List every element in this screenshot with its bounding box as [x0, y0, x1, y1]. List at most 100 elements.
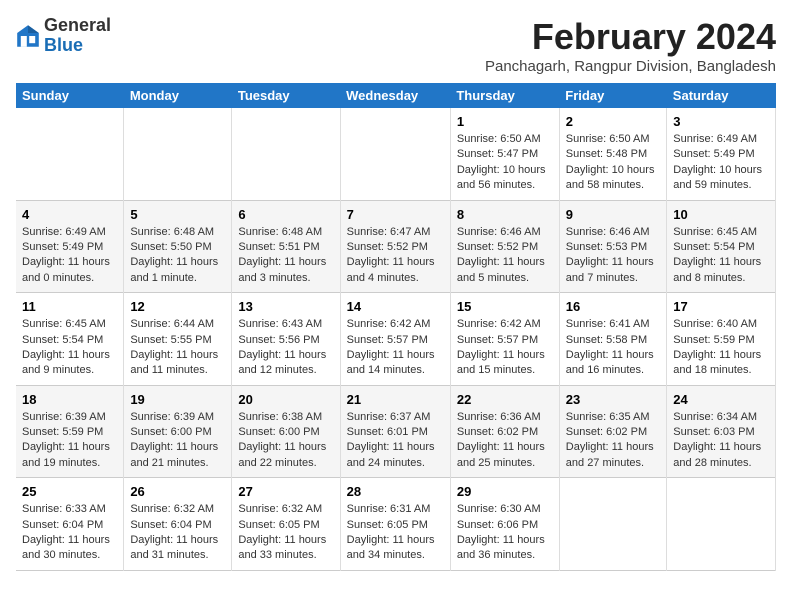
table-cell: 2Sunrise: 6:50 AM Sunset: 5:48 PM Daylig… — [559, 108, 667, 200]
day-number: 12 — [130, 299, 225, 314]
table-cell: 4 Sunrise: 6:49 AM Sunset: 5:49 PM Daylig… — [16, 200, 124, 293]
table-cell: 24 Sunrise: 6:34 AM Sunset: 6:03 PM Dayli… — [667, 385, 776, 478]
day-number: 11 — [22, 299, 117, 314]
logo-text: General Blue — [44, 16, 111, 56]
day-info: Sunrise: 6:37 AM Sunset: 6:01 PM Dayligh… — [347, 410, 444, 472]
day-number: 1 — [457, 114, 553, 129]
day-number: 2 — [566, 114, 661, 129]
table-cell: 27 Sunrise: 6:32 AM Sunset: 6:05 PM Dayli… — [232, 478, 340, 571]
weekday-header-wednesday: Wednesday — [340, 83, 450, 108]
day-number: 18 — [22, 392, 117, 407]
table-cell: 21 Sunrise: 6:37 AM Sunset: 6:01 PM Dayli… — [340, 385, 450, 478]
table-cell — [16, 108, 124, 200]
table-cell: 13 Sunrise: 6:43 AM Sunset: 5:56 PM Dayli… — [232, 293, 340, 386]
day-info: Sunrise: 6:33 AM Sunset: 6:04 PM Dayligh… — [22, 502, 117, 564]
table-cell: 28 Sunrise: 6:31 AM Sunset: 6:05 PM Dayli… — [340, 478, 450, 571]
table-cell: 20 Sunrise: 6:38 AM Sunset: 6:00 PM Dayli… — [232, 385, 340, 478]
day-number: 21 — [347, 392, 444, 407]
day-info: Sunrise: 6:46 AM Sunset: 5:52 PM Dayligh… — [457, 225, 553, 287]
day-info: Sunrise: 6:30 AM Sunset: 6:06 PM Dayligh… — [457, 502, 553, 564]
day-number: 13 — [238, 299, 333, 314]
day-info: Sunrise: 6:39 AM Sunset: 5:59 PM Dayligh… — [22, 410, 117, 472]
day-info: Sunrise: 6:45 AM Sunset: 5:54 PM Dayligh… — [22, 317, 117, 379]
day-number: 4 — [22, 207, 117, 222]
table-cell: 14 Sunrise: 6:42 AM Sunset: 5:57 PM Dayli… — [340, 293, 450, 386]
day-info: Sunrise: 6:38 AM Sunset: 6:00 PM Dayligh… — [238, 410, 333, 472]
day-info: Sunrise: 6:31 AM Sunset: 6:05 PM Dayligh… — [347, 502, 444, 564]
table-cell — [232, 108, 340, 200]
table-cell: 22 Sunrise: 6:36 AM Sunset: 6:02 PM Dayli… — [450, 385, 559, 478]
day-info: Sunrise: 6:48 AM Sunset: 5:51 PM Dayligh… — [238, 225, 333, 287]
table-cell: 5Sunrise: 6:48 AM Sunset: 5:50 PM Daylig… — [124, 200, 232, 293]
day-number: 7 — [347, 207, 444, 222]
day-info: Sunrise: 6:32 AM Sunset: 6:05 PM Dayligh… — [238, 502, 333, 564]
weekday-header-thursday: Thursday — [450, 83, 559, 108]
table-cell: 8 Sunrise: 6:46 AM Sunset: 5:52 PM Daylig… — [450, 200, 559, 293]
month-title: February 2024 — [485, 16, 776, 58]
table-cell — [340, 108, 450, 200]
day-number: 14 — [347, 299, 444, 314]
table-cell: 6 Sunrise: 6:48 AM Sunset: 5:51 PM Daylig… — [232, 200, 340, 293]
day-number: 6 — [238, 207, 333, 222]
day-number: 9 — [566, 207, 661, 222]
weekday-header-row: SundayMondayTuesdayWednesdayThursdayFrid… — [16, 83, 776, 108]
week-row-4: 18 Sunrise: 6:39 AM Sunset: 5:59 PM Dayli… — [16, 385, 776, 478]
day-info: Sunrise: 6:42 AM Sunset: 5:57 PM Dayligh… — [347, 317, 444, 379]
day-info: Sunrise: 6:32 AM Sunset: 6:04 PM Dayligh… — [130, 502, 225, 564]
table-cell: 10 Sunrise: 6:45 AM Sunset: 5:54 PM Dayli… — [667, 200, 776, 293]
table-cell: 1 Sunrise: 6:50 AM Sunset: 5:47 PM Daylig… — [450, 108, 559, 200]
day-number: 29 — [457, 484, 553, 499]
day-info: Sunrise: 6:50 AM Sunset: 5:47 PM Dayligh… — [457, 132, 553, 194]
day-number: 20 — [238, 392, 333, 407]
table-cell: 11 Sunrise: 6:45 AM Sunset: 5:54 PM Dayli… — [16, 293, 124, 386]
table-cell — [124, 108, 232, 200]
day-info: Sunrise: 6:49 AM Sunset: 5:49 PM Dayligh… — [22, 225, 117, 287]
day-number: 19 — [130, 392, 225, 407]
day-info: Sunrise: 6:39 AM Sunset: 6:00 PM Dayligh… — [130, 410, 225, 472]
day-info: Sunrise: 6:47 AM Sunset: 5:52 PM Dayligh… — [347, 225, 444, 287]
day-number: 26 — [130, 484, 225, 499]
table-cell: 29 Sunrise: 6:30 AM Sunset: 6:06 PM Dayli… — [450, 478, 559, 571]
day-info: Sunrise: 6:46 AM Sunset: 5:53 PM Dayligh… — [566, 225, 661, 287]
weekday-header-monday: Monday — [124, 83, 232, 108]
title-area: February 2024 Panchagarh, Rangpur Divisi… — [485, 16, 776, 75]
day-info: Sunrise: 6:34 AM Sunset: 6:03 PM Dayligh… — [673, 410, 769, 472]
day-number: 23 — [566, 392, 661, 407]
week-row-2: 4 Sunrise: 6:49 AM Sunset: 5:49 PM Daylig… — [16, 200, 776, 293]
week-row-5: 25 Sunrise: 6:33 AM Sunset: 6:04 PM Dayli… — [16, 478, 776, 571]
table-cell: 15 Sunrise: 6:42 AM Sunset: 5:57 PM Dayli… — [450, 293, 559, 386]
calendar-table: SundayMondayTuesdayWednesdayThursdayFrid… — [16, 83, 776, 571]
header: General Blue February 2024 Panchagarh, R… — [16, 16, 776, 75]
table-cell: 23 Sunrise: 6:35 AM Sunset: 6:02 PM Dayli… — [559, 385, 667, 478]
day-number: 27 — [238, 484, 333, 499]
day-info: Sunrise: 6:36 AM Sunset: 6:02 PM Dayligh… — [457, 410, 553, 472]
day-number: 28 — [347, 484, 444, 499]
table-cell: 7 Sunrise: 6:47 AM Sunset: 5:52 PM Daylig… — [340, 200, 450, 293]
table-cell: 26 Sunrise: 6:32 AM Sunset: 6:04 PM Dayli… — [124, 478, 232, 571]
day-info: Sunrise: 6:35 AM Sunset: 6:02 PM Dayligh… — [566, 410, 661, 472]
day-number: 25 — [22, 484, 117, 499]
generalblue-logo-icon — [16, 24, 40, 48]
table-cell: 9 Sunrise: 6:46 AM Sunset: 5:53 PM Daylig… — [559, 200, 667, 293]
table-cell: 16Sunrise: 6:41 AM Sunset: 5:58 PM Dayli… — [559, 293, 667, 386]
day-number: 10 — [673, 207, 769, 222]
weekday-header-saturday: Saturday — [667, 83, 776, 108]
table-cell: 3Sunrise: 6:49 AM Sunset: 5:49 PM Daylig… — [667, 108, 776, 200]
day-number: 22 — [457, 392, 553, 407]
weekday-header-friday: Friday — [559, 83, 667, 108]
day-info: Sunrise: 6:48 AM Sunset: 5:50 PM Dayligh… — [130, 225, 225, 287]
week-row-3: 11 Sunrise: 6:45 AM Sunset: 5:54 PM Dayli… — [16, 293, 776, 386]
day-number: 3 — [673, 114, 769, 129]
day-info: Sunrise: 6:42 AM Sunset: 5:57 PM Dayligh… — [457, 317, 553, 379]
logo: General Blue — [16, 16, 111, 56]
day-info: Sunrise: 6:45 AM Sunset: 5:54 PM Dayligh… — [673, 225, 769, 287]
day-number: 24 — [673, 392, 769, 407]
day-number: 8 — [457, 207, 553, 222]
weekday-header-tuesday: Tuesday — [232, 83, 340, 108]
table-cell: 19 Sunrise: 6:39 AM Sunset: 6:00 PM Dayli… — [124, 385, 232, 478]
day-info: Sunrise: 6:44 AM Sunset: 5:55 PM Dayligh… — [130, 317, 225, 379]
location: Panchagarh, Rangpur Division, Bangladesh — [485, 58, 776, 75]
table-cell: 18 Sunrise: 6:39 AM Sunset: 5:59 PM Dayli… — [16, 385, 124, 478]
day-info: Sunrise: 6:43 AM Sunset: 5:56 PM Dayligh… — [238, 317, 333, 379]
day-number: 15 — [457, 299, 553, 314]
